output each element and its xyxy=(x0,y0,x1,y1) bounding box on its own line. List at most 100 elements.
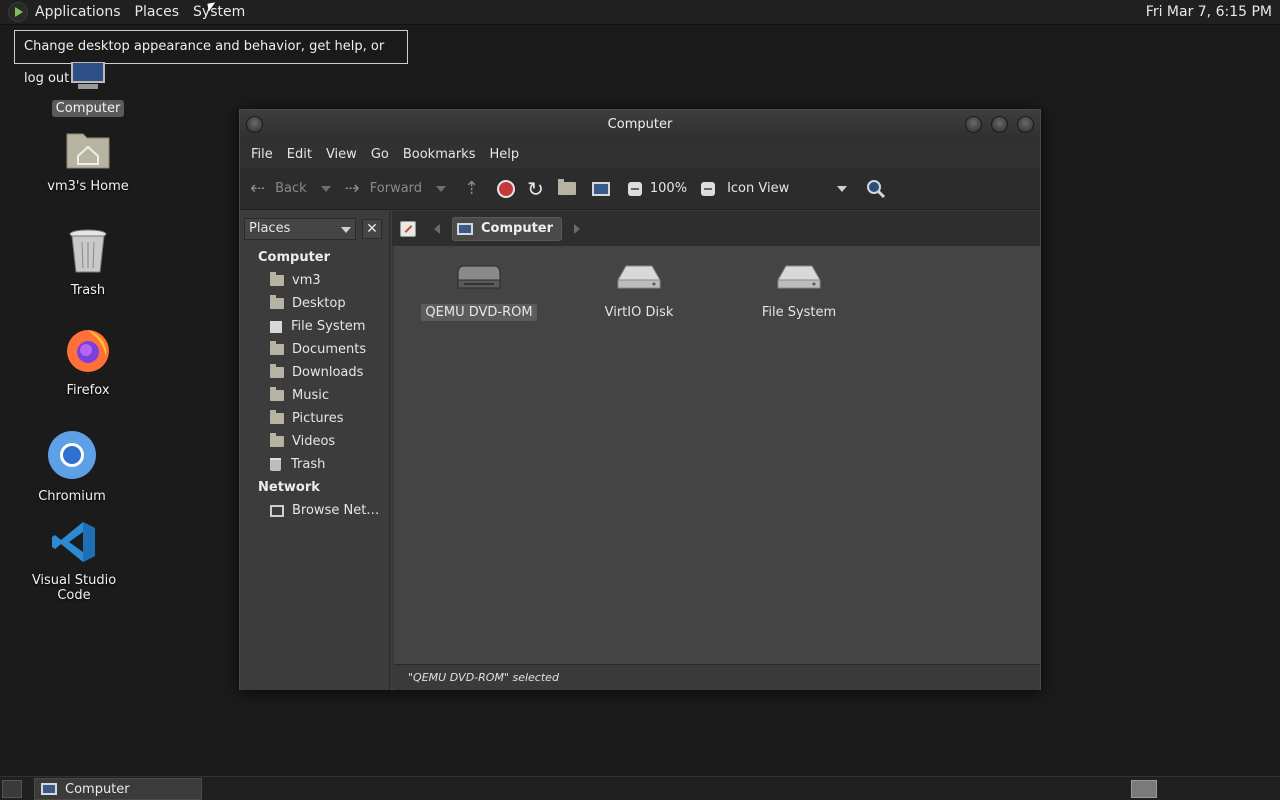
file-item-qemu-dvd-rom[interactable]: QEMU DVD-ROM xyxy=(404,262,554,321)
file-item-file-system[interactable]: File System xyxy=(724,262,874,321)
sidebar-item-documents[interactable]: Documents xyxy=(240,338,389,361)
view-mode-dropdown[interactable] xyxy=(837,185,848,192)
back-button[interactable]: ⇠ Back xyxy=(250,178,307,199)
folder-icon xyxy=(270,433,284,447)
view-mode-select[interactable]: Icon View xyxy=(727,181,823,196)
desktop-icon-label: Computer xyxy=(51,100,125,117)
taskbar-item-computer[interactable]: Computer xyxy=(34,778,202,800)
up-arrow-icon[interactable]: ⇡ xyxy=(464,178,479,199)
computer-icon xyxy=(41,783,57,795)
back-arrow-icon: ⇠ xyxy=(250,178,266,199)
stop-icon[interactable] xyxy=(497,179,516,198)
sidebar-item-label: Music xyxy=(292,388,329,403)
folder-icon xyxy=(270,387,284,401)
search-icon[interactable] xyxy=(865,178,887,200)
sidebar-section-computer: Computer xyxy=(258,250,331,265)
maximize-button[interactable] xyxy=(991,116,1008,133)
network-icon xyxy=(270,504,284,517)
chevron-down-icon xyxy=(341,226,351,233)
drive-icon xyxy=(270,320,282,333)
top-panel: Applications Places System Fri Mar 7, 6:… xyxy=(0,0,1280,25)
menu-bookmarks[interactable]: Bookmarks xyxy=(396,147,483,162)
clock[interactable]: Fri Mar 7, 6:15 PM xyxy=(1146,0,1272,25)
file-item-label: VirtIO Disk xyxy=(604,305,674,320)
home-icon[interactable] xyxy=(557,179,576,195)
sidebar-type-select[interactable]: Places xyxy=(244,217,356,240)
sidebar-item-label: Pictures xyxy=(292,411,344,426)
path-scroll-left-icon[interactable] xyxy=(434,223,440,234)
show-desktop-icon[interactable] xyxy=(2,780,22,798)
file-item-label: QEMU DVD-ROM xyxy=(421,304,537,321)
desktop-icon-label: vm3's Home xyxy=(47,179,129,194)
location-bar: Computer xyxy=(392,211,1040,246)
chromium-icon xyxy=(48,431,96,479)
desktop-icon-trash[interactable]: Trash xyxy=(33,228,143,299)
system-menu[interactable]: System xyxy=(186,0,252,25)
menu-go[interactable]: Go xyxy=(364,147,396,162)
home-folder-icon xyxy=(270,272,284,286)
forward-arrow-icon: ⇢ xyxy=(344,178,360,199)
sidebar-item-videos[interactable]: Videos xyxy=(240,430,389,453)
desktop-icon-vscode[interactable]: Visual Studio Code xyxy=(19,520,129,604)
sidebar-item-trash[interactable]: Trash xyxy=(240,453,389,476)
sidebar-item-file-system[interactable]: File System xyxy=(240,315,389,338)
breadcrumb-computer[interactable]: Computer xyxy=(452,216,563,241)
desktop-icon-label: Trash xyxy=(70,283,106,298)
sidebar-item-pictures[interactable]: Pictures xyxy=(240,407,389,430)
sidebar: Places ✕ Computer vm3 Desktop File Syste… xyxy=(240,211,390,690)
computer-icon[interactable] xyxy=(591,181,610,196)
applications-menu[interactable]: Applications xyxy=(28,0,128,25)
sidebar-item-label: Documents xyxy=(292,342,367,357)
computer-icon xyxy=(457,222,473,235)
edit-location-icon[interactable] xyxy=(400,220,416,237)
menu-help[interactable]: Help xyxy=(482,147,526,162)
back-history-dropdown[interactable] xyxy=(320,185,331,192)
zoom-level[interactable]: 100% xyxy=(650,181,687,196)
sidebar-type-label: Places xyxy=(249,221,291,236)
path-scroll-right-icon[interactable] xyxy=(574,223,581,234)
reload-icon[interactable]: ↻ xyxy=(527,177,544,201)
status-bar: "QEMU DVD-ROM" selected xyxy=(394,664,1040,690)
forward-button[interactable]: ⇢ Forward xyxy=(345,178,422,199)
system-menu-tooltip: Change desktop appearance and behavior, … xyxy=(14,30,408,86)
workspace-switcher[interactable] xyxy=(1131,780,1157,798)
bottom-panel: Computer xyxy=(0,776,1280,800)
trash-icon xyxy=(270,458,281,471)
zoom-in-icon[interactable] xyxy=(701,181,716,196)
close-sidebar-button[interactable]: ✕ xyxy=(362,218,382,239)
file-manager-window: Computer File Edit View Go Bookmarks Hel… xyxy=(239,109,1041,690)
places-menu[interactable]: Places xyxy=(128,0,187,25)
sidebar-item-vm3[interactable]: vm3 xyxy=(240,269,389,292)
menu-file[interactable]: File xyxy=(244,147,280,162)
sidebar-item-label: Downloads xyxy=(292,365,364,380)
desktop-icon-chromium[interactable]: Chromium xyxy=(17,430,127,505)
file-item-label: File System xyxy=(761,305,837,320)
forward-history-dropdown[interactable] xyxy=(436,185,447,192)
menu-edit[interactable]: Edit xyxy=(280,147,319,162)
menu-logo-icon[interactable] xyxy=(8,2,28,22)
taskbar-item-label: Computer xyxy=(65,781,130,797)
zoom-out-icon[interactable] xyxy=(627,181,642,196)
desktop-icon-home[interactable]: vm3's Home xyxy=(33,128,143,195)
folder-icon xyxy=(270,410,284,424)
desktop-icon-firefox[interactable]: Firefox xyxy=(33,326,143,399)
minimize-button[interactable] xyxy=(965,116,982,133)
home-folder-icon xyxy=(66,133,110,169)
file-item-virtio-disk[interactable]: VirtIO Disk xyxy=(564,262,714,321)
window-titlebar[interactable]: Computer xyxy=(240,110,1040,140)
desktop-icon-label: Firefox xyxy=(66,383,110,398)
close-button[interactable] xyxy=(1017,116,1034,133)
sidebar-item-music[interactable]: Music xyxy=(240,384,389,407)
menu-view[interactable]: View xyxy=(319,147,364,162)
mouse-cursor-icon xyxy=(207,2,217,12)
desktop-icon-computer[interactable]: Computer xyxy=(33,61,143,117)
file-view[interactable]: QEMU DVD-ROM VirtIO Disk File System xyxy=(394,246,1040,664)
breadcrumb-label: Computer xyxy=(481,221,554,236)
sidebar-item-label: Desktop xyxy=(292,296,346,311)
hard-disk-icon xyxy=(777,265,821,289)
sidebar-item-label: Trash xyxy=(291,457,326,472)
sidebar-item-browse-network[interactable]: Browse Net… xyxy=(240,499,389,522)
sidebar-item-downloads[interactable]: Downloads xyxy=(240,361,389,384)
forward-label: Forward xyxy=(369,181,423,196)
sidebar-item-desktop[interactable]: Desktop xyxy=(240,292,389,315)
